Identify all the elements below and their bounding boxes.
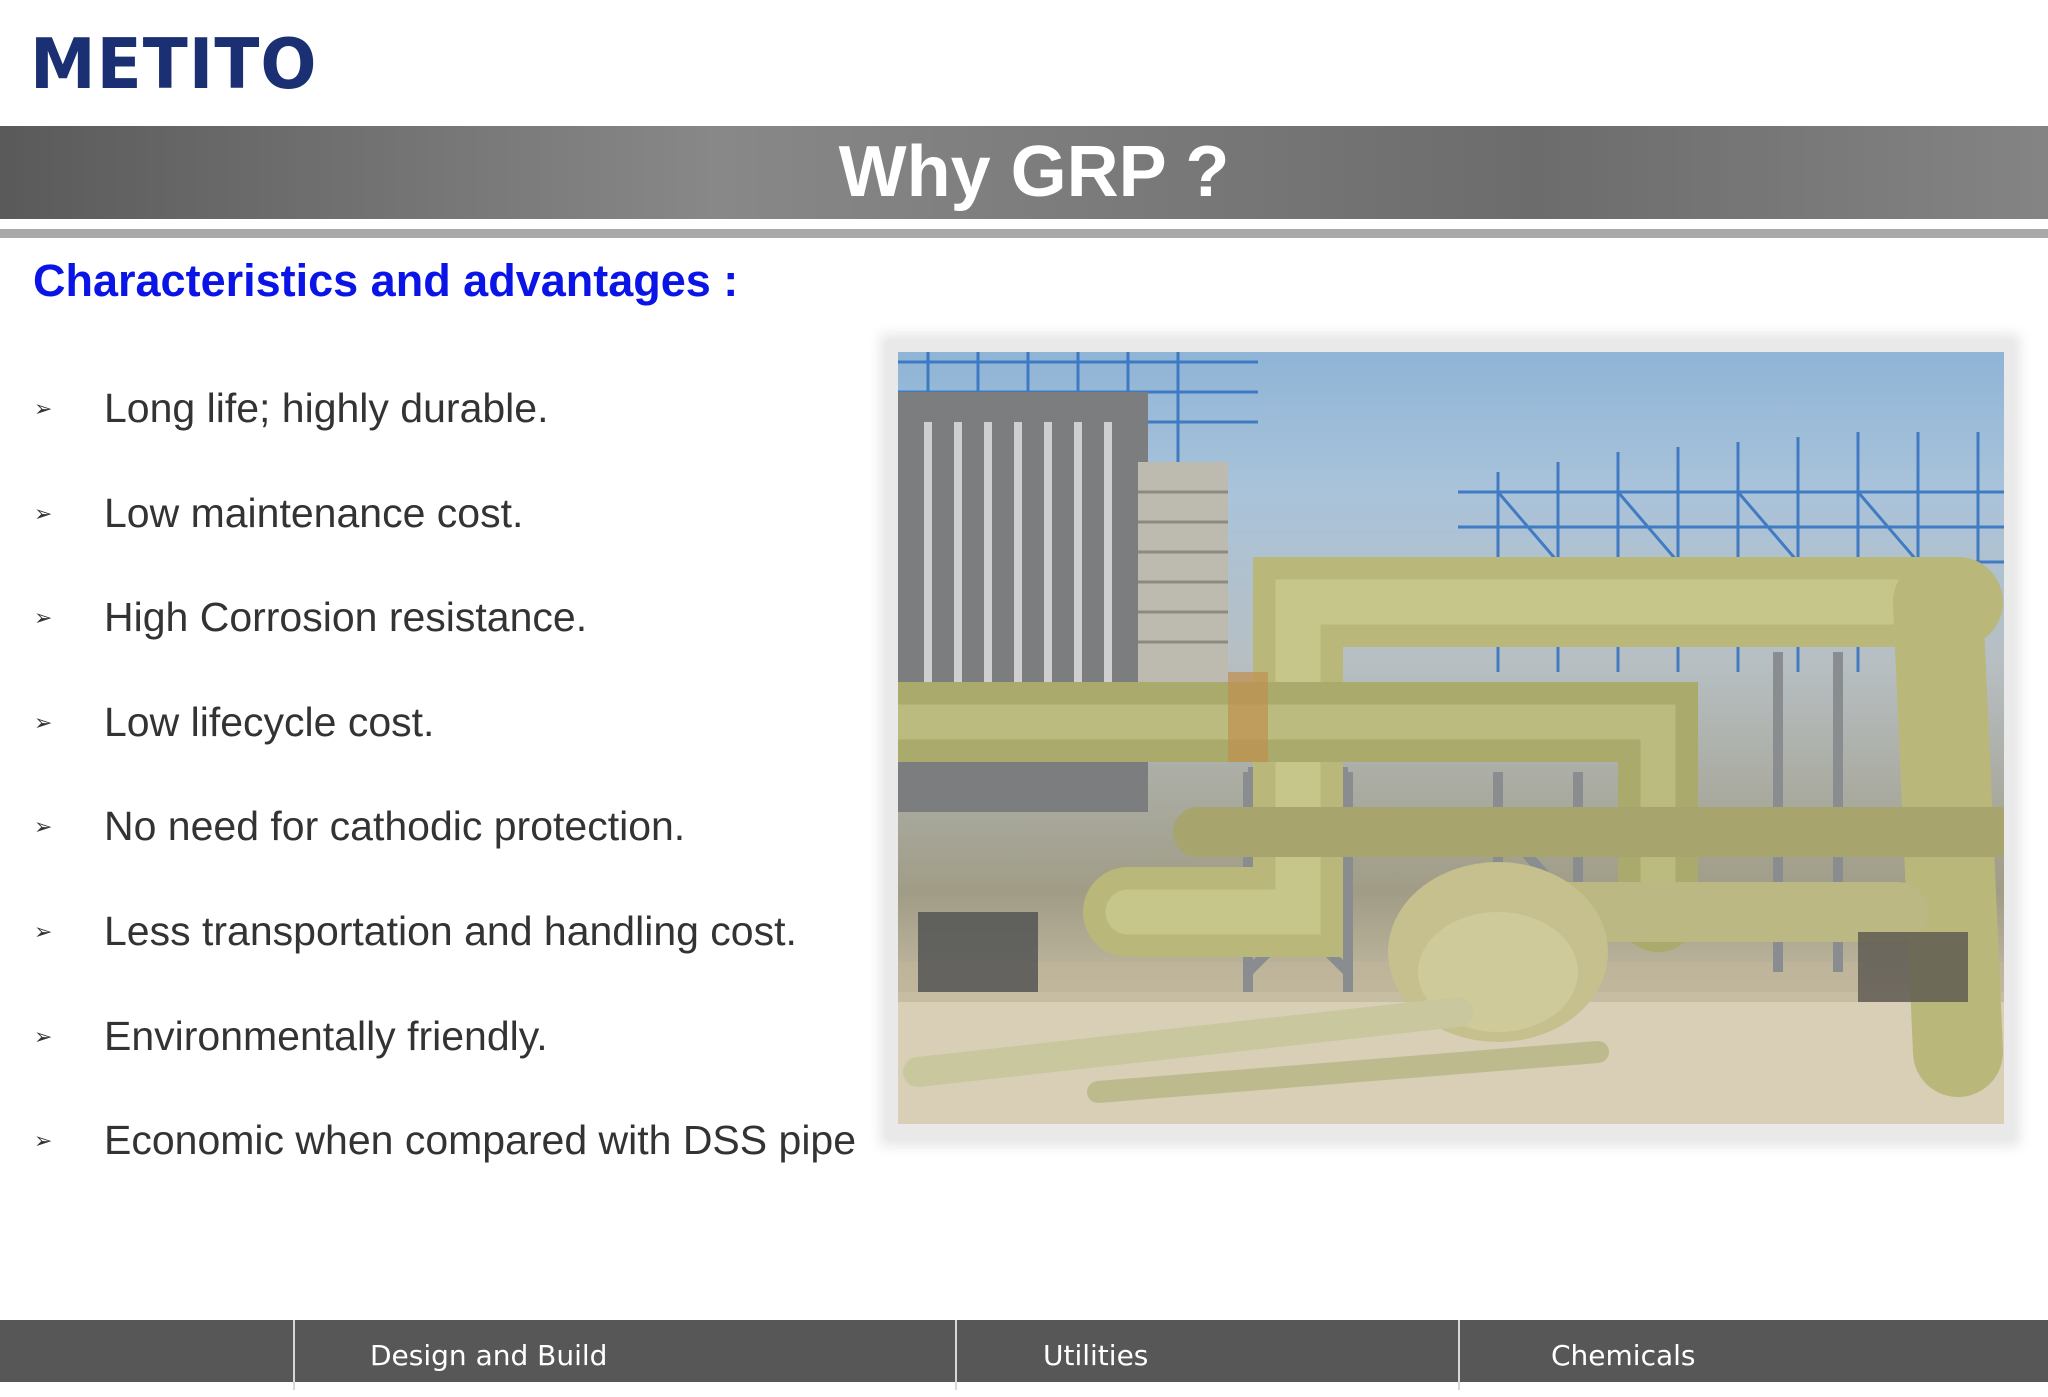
arrowhead-bullet-icon: ➢	[34, 1129, 53, 1155]
list-item-text: Economic when compared with DSS pipe	[104, 1117, 857, 1164]
list-item: ➢ High Corrosion resistance.	[0, 577, 900, 682]
arrowhead-bullet-icon: ➢	[34, 501, 53, 527]
list-item-text: Long life; highly durable.	[104, 385, 549, 431]
arrowhead-bullet-icon: ➢	[34, 710, 53, 736]
list-item: ➢ Economic when compared with DSS pipe	[0, 1100, 900, 1205]
arrowhead-bullet-icon: ➢	[34, 919, 53, 945]
metito-logo: METITO	[30, 24, 318, 105]
list-item: ➢ Less transportation and handling cost.	[0, 891, 900, 996]
title-divider	[0, 229, 2048, 238]
footer-divider	[1458, 1320, 1460, 1390]
list-item-text: No need for cathodic protection.	[104, 803, 686, 850]
list-item: ➢ Low lifecycle cost.	[0, 682, 900, 787]
arrowhead-bullet-icon: ➢	[34, 815, 53, 841]
list-item-text: Low lifecycle cost.	[104, 698, 435, 745]
page-title: Why GRP ?	[838, 132, 1230, 212]
list-item-text: Low maintenance cost.	[104, 489, 524, 536]
list-item: ➢ Long life; highly durable.	[0, 368, 900, 473]
footer-divider	[293, 1320, 295, 1390]
industrial-pipes-illustration	[898, 352, 2004, 1124]
footer-item-design-and-build[interactable]: Design and Build	[370, 1320, 607, 1382]
title-bar: Why GRP ?	[0, 126, 2048, 219]
list-item-text: Environmentally friendly.	[104, 1012, 548, 1059]
section-subtitle: Characteristics and advantages :	[33, 255, 739, 306]
list-item-text: Less transportation and handling cost.	[104, 907, 797, 954]
footer-bar: Design and Build Utilities Chemicals	[0, 1320, 2048, 1390]
footer-divider	[955, 1320, 957, 1390]
list-item: ➢ Environmentally friendly.	[0, 996, 900, 1101]
footer-item-utilities[interactable]: Utilities	[1043, 1320, 1148, 1382]
list-item: ➢ No need for cathodic protection.	[0, 786, 900, 891]
list-item: ➢ Low maintenance cost.	[0, 473, 900, 578]
grp-pipes-photo	[898, 352, 2004, 1124]
arrowhead-bullet-icon: ➢	[34, 1024, 53, 1050]
list-item-text: High Corrosion resistance.	[104, 594, 588, 641]
arrowhead-bullet-icon: ➢	[34, 397, 53, 422]
advantages-list: ➢ Long life; highly durable. ➢ Low mainten…	[0, 368, 900, 1205]
grp-pipes-photo-frame	[886, 340, 2014, 1140]
arrowhead-bullet-icon: ➢	[34, 606, 53, 632]
footer-item-chemicals[interactable]: Chemicals	[1551, 1320, 1696, 1382]
